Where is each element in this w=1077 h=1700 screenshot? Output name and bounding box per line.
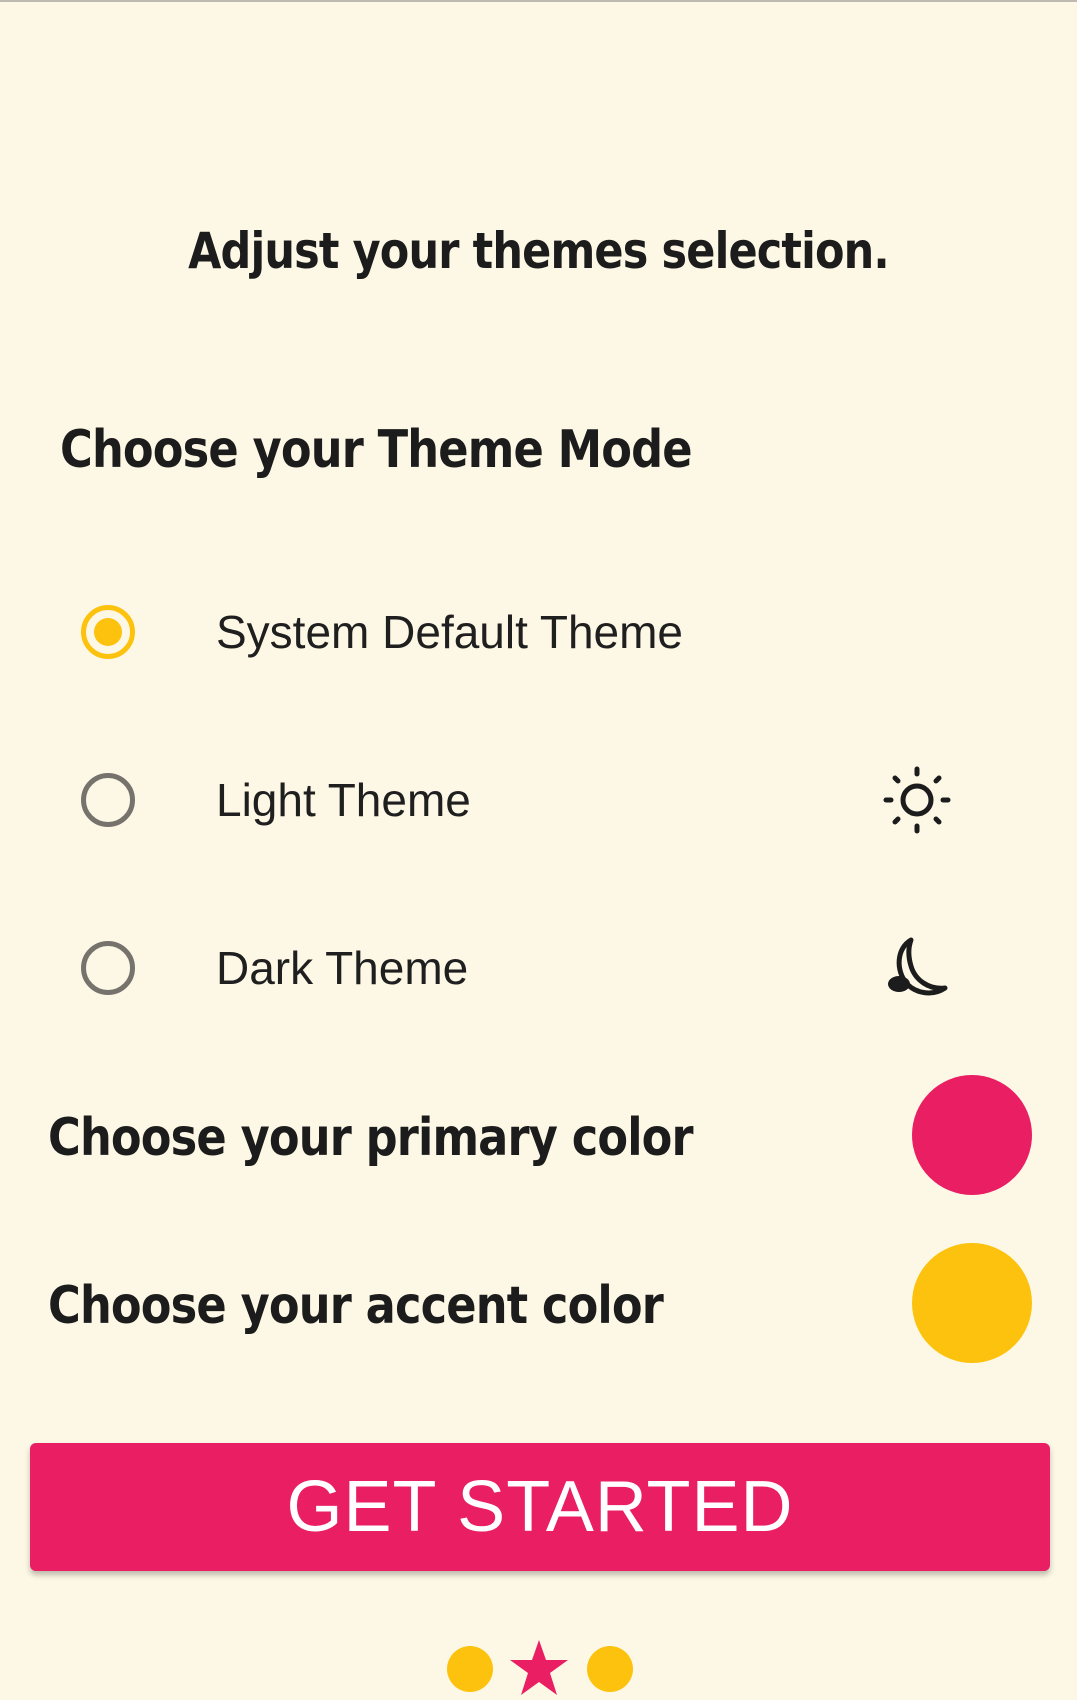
moon-icon [888,937,948,996]
sun-icon [883,766,951,834]
accent-color-swatch[interactable] [912,1243,1032,1363]
accent-color-heading: Choose your accent color [48,1276,664,1336]
dark-theme-label: Dark Theme [216,942,469,994]
page-dot-3[interactable] [587,1646,633,1692]
theme-mode-heading: Choose your Theme Mode [60,420,693,480]
option-dark-theme[interactable]: Dark Theme [0,908,1077,1028]
page-title: Adjust your themes selection. [188,222,890,280]
option-light-theme[interactable]: Light Theme [0,740,1077,860]
primary-color-swatch[interactable] [912,1075,1032,1195]
system-default-radio[interactable] [81,605,135,659]
light-theme-label: Light Theme [216,774,471,826]
option-system-default-theme[interactable]: System Default Theme [0,572,1077,692]
status-divider [0,0,1077,2]
system-default-label: System Default Theme [216,606,684,658]
dark-theme-radio[interactable] [81,941,135,995]
light-theme-radio[interactable] [81,773,135,827]
primary-color-heading: Choose your primary color [48,1108,694,1168]
page-dot-1[interactable] [447,1646,493,1692]
page-indicator [0,1638,1077,1698]
get-started-button[interactable]: GET STARTED [30,1443,1050,1571]
current-page-star-icon [510,1640,568,1695]
